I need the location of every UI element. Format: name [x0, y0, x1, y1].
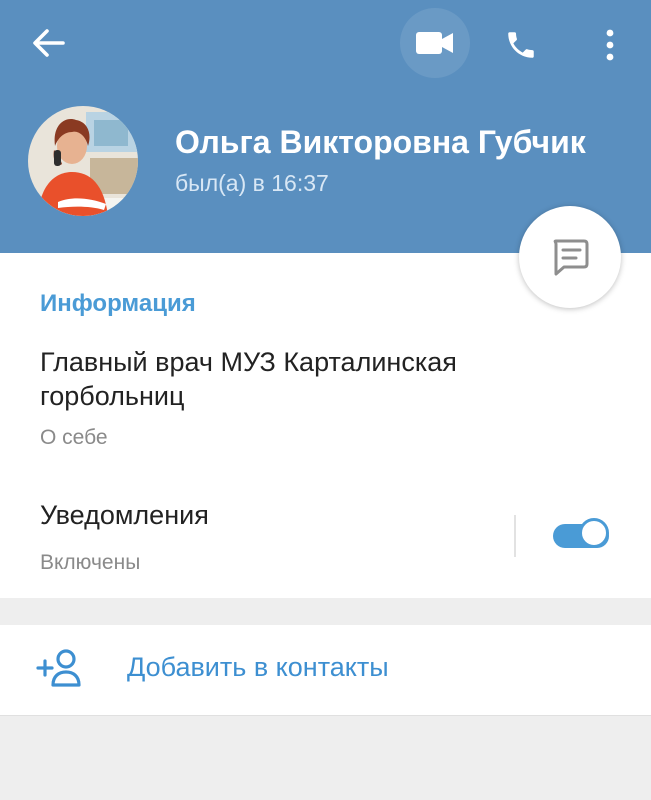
divider	[514, 515, 516, 557]
contact-name: Ольга Викторовна Губчик	[175, 124, 586, 160]
more-vertical-icon	[606, 29, 614, 61]
add-contact-button[interactable]: Добавить в контакты	[127, 652, 389, 683]
phone-icon	[508, 32, 534, 58]
video-camera-icon	[416, 32, 453, 54]
toggle-knob[interactable]	[579, 518, 609, 548]
section-title-info: Информация	[40, 290, 196, 317]
add-person-icon	[36, 649, 81, 687]
notifications-title[interactable]: Уведомления	[40, 500, 209, 531]
avatar-photo	[28, 106, 138, 216]
arrow-left-icon	[33, 29, 65, 57]
message-button[interactable]	[519, 206, 621, 308]
last-seen-status: был(а) в 16:37	[175, 170, 329, 196]
bio-text[interactable]: Главный врач МУЗ Карталинская горбольниц	[40, 345, 520, 413]
phone-call-button[interactable]	[490, 14, 552, 76]
video-call-button[interactable]	[400, 8, 470, 78]
avatar[interactable]	[28, 106, 138, 216]
back-button[interactable]	[20, 14, 78, 72]
more-options-button[interactable]	[586, 14, 634, 76]
bio-caption: О себе	[40, 426, 108, 449]
message-bubble-icon	[553, 239, 589, 276]
notifications-status: Включены	[40, 551, 141, 574]
